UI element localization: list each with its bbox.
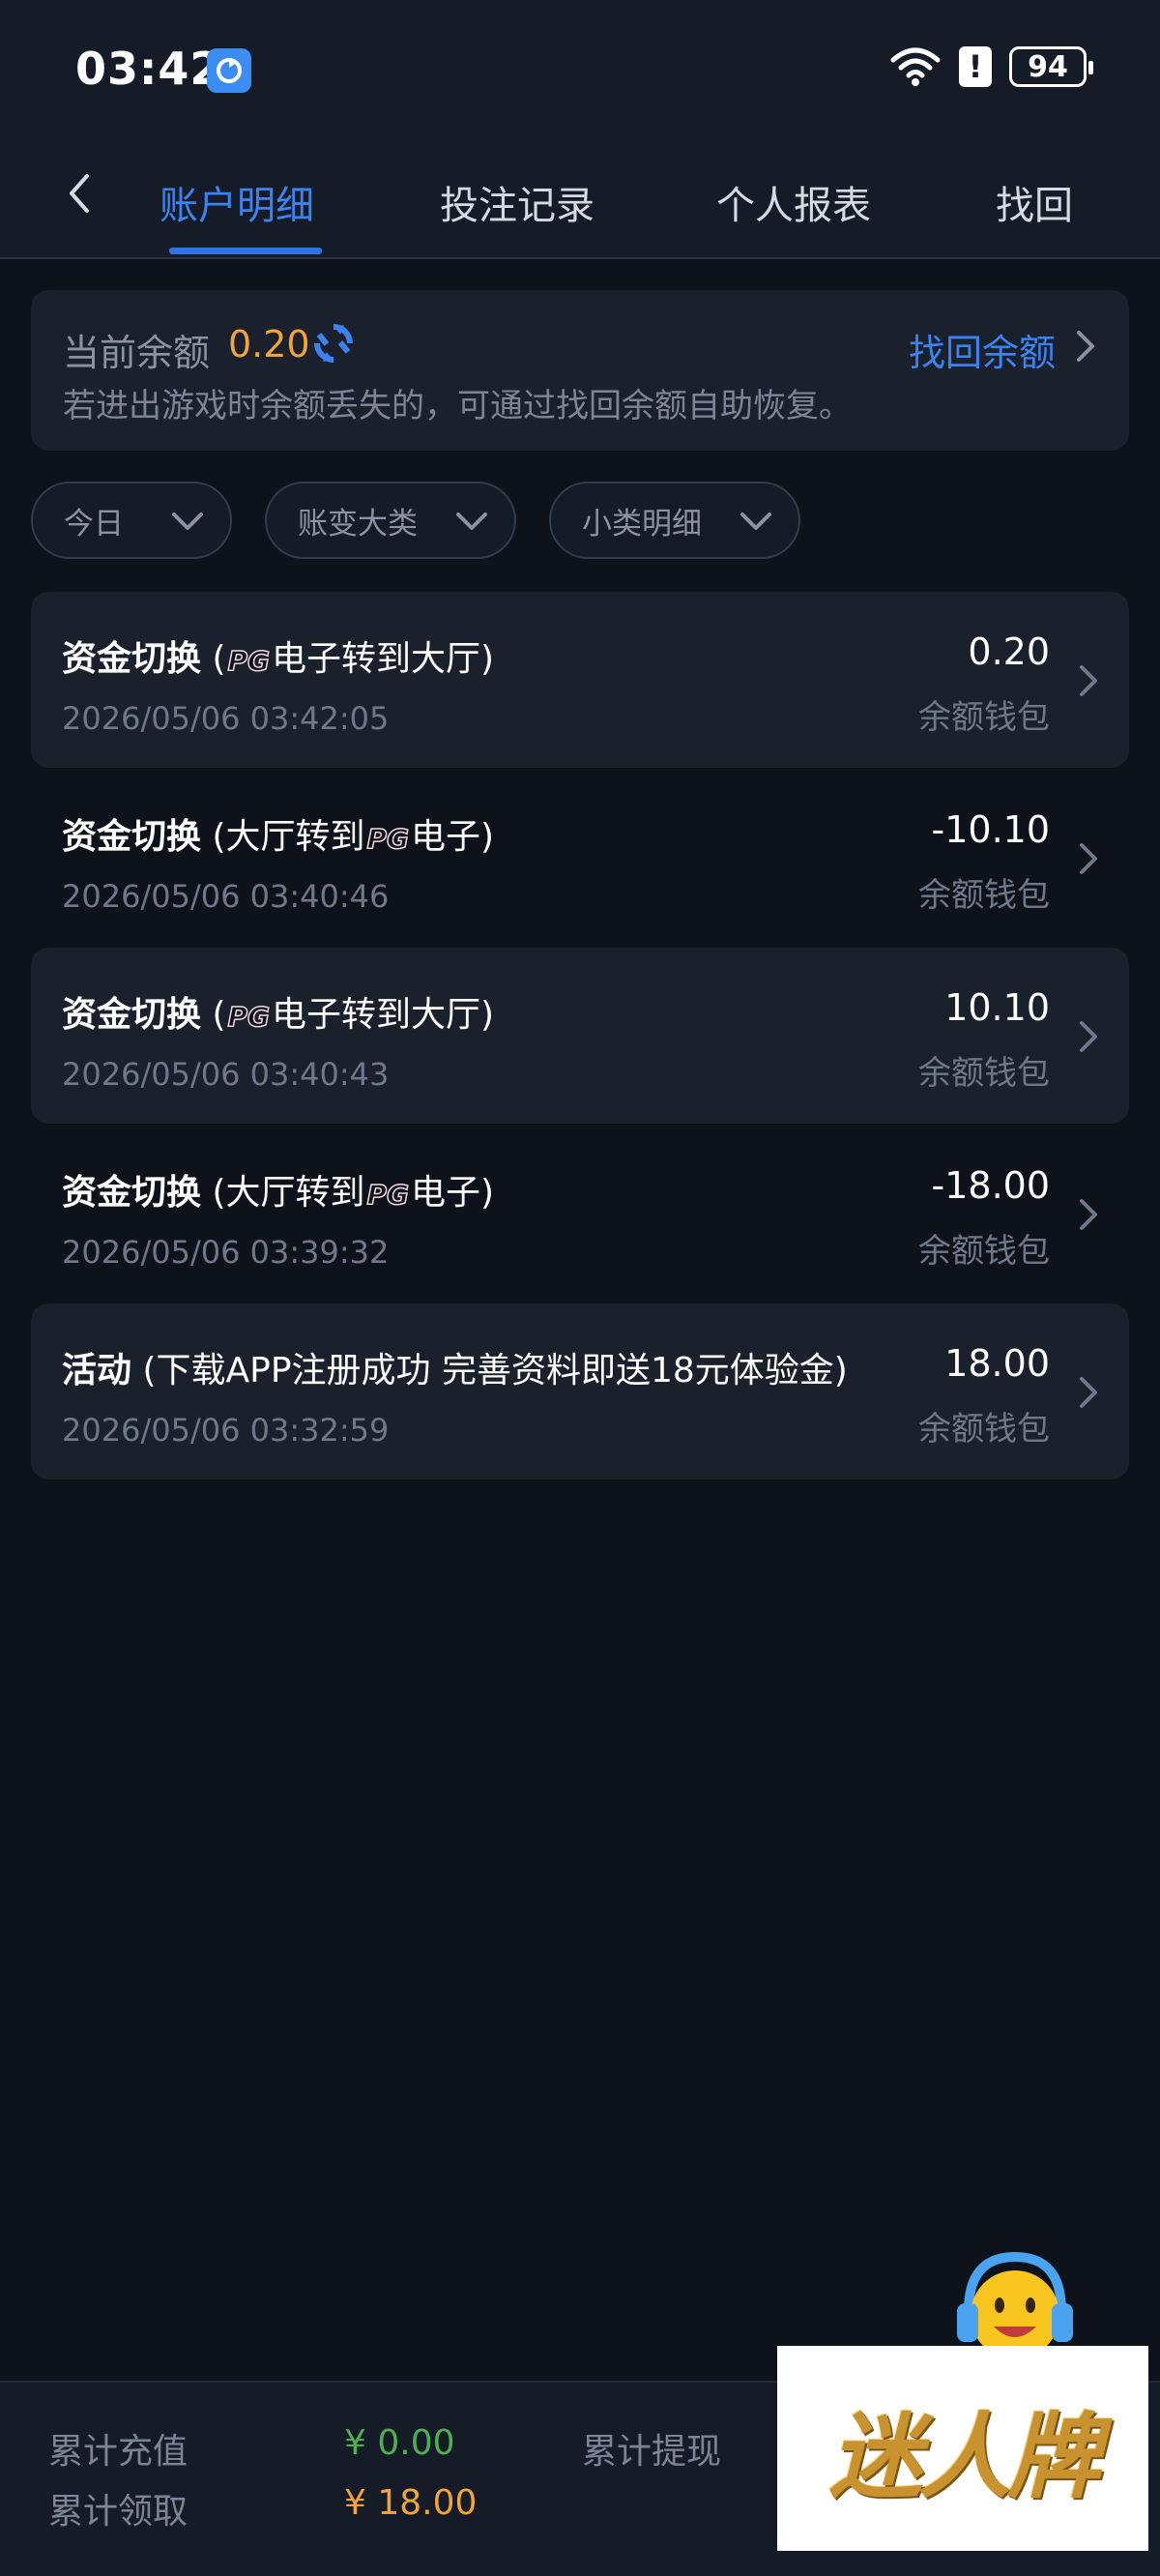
battery-icon: 94 xyxy=(1009,46,1093,87)
balance-label: 当前余额 xyxy=(63,332,211,374)
record-title: 活动 (下载APP注册成功 完善资料即送18元体验金) xyxy=(62,1342,848,1392)
record-time: 2026/05/06 03:42:05 xyxy=(62,700,390,737)
record-wallet: 余额钱包 xyxy=(918,1232,1050,1271)
chevron-right-icon xyxy=(1080,843,1097,874)
record-detail: (下载APP注册成功 完善资料即送18元体验金) xyxy=(131,1351,848,1390)
watermark-logo: 迷人牌 xyxy=(777,2346,1148,2551)
record-detail-before: (大厅转到 xyxy=(201,817,365,857)
record-title: 资金切换 (PG电子转到大厅) xyxy=(62,630,494,681)
chevron-right-icon xyxy=(1080,1199,1097,1230)
record-type: 资金切换 xyxy=(62,817,202,857)
record-time: 2026/05/06 03:40:46 xyxy=(62,878,390,915)
record-wallet: 余额钱包 xyxy=(918,876,1050,915)
active-tab-indicator xyxy=(169,248,322,254)
status-bar: 03:42 ! 94 xyxy=(0,0,1160,135)
record-row[interactable]: 资金切换 (大厅转到PG电子) 2026/05/06 03:40:46 -10.10… xyxy=(31,770,1129,946)
total-claimed-label: 累计领取 xyxy=(48,2492,188,2532)
tab-personal-report[interactable]: 个人报表 xyxy=(716,174,871,230)
alert-icon: ! xyxy=(959,46,992,87)
record-wallet: 余额钱包 xyxy=(918,1410,1050,1449)
record-title: 资金切换 (大厅转到PG电子) xyxy=(62,808,494,859)
filter-subcategory-label: 小类明细 xyxy=(582,506,702,542)
chevron-down-icon xyxy=(740,512,771,530)
filter-category-label: 账变大类 xyxy=(298,506,418,542)
record-time: 2026/05/06 03:40:43 xyxy=(62,1056,390,1093)
record-type: 资金切换 xyxy=(62,639,202,679)
tab-account-details[interactable]: 账户明细 xyxy=(160,174,314,230)
total-withdraw-label: 累计提现 xyxy=(582,2432,722,2472)
pg-logo: PG xyxy=(366,1178,410,1212)
record-row[interactable]: 活动 (下载APP注册成功 完善资料即送18元体验金) 2026/05/06 03… xyxy=(31,1303,1129,1479)
record-detail-after: 电子) xyxy=(411,1173,495,1213)
pg-logo: PG xyxy=(227,644,271,678)
battery-level: 94 xyxy=(1028,49,1068,84)
balance-value: 0.20 xyxy=(228,323,310,366)
tab-bet-records[interactable]: 投注记录 xyxy=(440,174,594,230)
total-deposit-label: 累计充值 xyxy=(48,2432,188,2472)
filter-date[interactable]: 今日 xyxy=(31,482,232,559)
chevron-right-icon[interactable] xyxy=(1071,327,1100,366)
record-row[interactable]: 资金切换 (PG电子转到大厅) 2026/05/06 03:40:43 10.10 余… xyxy=(31,948,1129,1124)
record-detail-before: ( xyxy=(201,995,226,1035)
tab-recover[interactable]: 找回 xyxy=(996,174,1073,230)
chevron-right-icon xyxy=(1080,1021,1097,1052)
record-wallet: 余额钱包 xyxy=(918,1054,1050,1093)
wifi-icon xyxy=(890,47,941,86)
recover-balance-link[interactable]: 找回余额 xyxy=(909,323,1056,376)
status-icons: ! 94 xyxy=(889,46,1093,87)
total-claimed-value: ¥ 18.00 xyxy=(344,2483,478,2523)
record-wallet: 余额钱包 xyxy=(918,698,1050,737)
balance-card: 当前余额 0.20 若进出游戏时余额丢失的，可通过找回余额自助恢复。 找回余额 xyxy=(31,290,1129,451)
record-amount: -18.00 xyxy=(931,1164,1051,1207)
record-detail-after: 电子转到大厅) xyxy=(272,995,495,1035)
record-amount: 0.20 xyxy=(968,630,1050,673)
chevron-right-icon xyxy=(1080,665,1097,696)
record-time: 2026/05/06 03:32:59 xyxy=(62,1412,390,1449)
chevron-down-icon xyxy=(172,512,203,530)
record-detail-before: ( xyxy=(201,639,226,679)
record-detail-after: 电子) xyxy=(411,817,495,857)
record-detail-after: 电子转到大厅) xyxy=(272,639,495,679)
record-time: 2026/05/06 03:39:32 xyxy=(62,1234,390,1271)
tab-bar: 账户明细 投注记录 个人报表 找回 xyxy=(0,135,1160,259)
total-deposit-value: ¥ 0.00 xyxy=(344,2423,455,2463)
record-type: 活动 xyxy=(62,1351,132,1390)
back-icon[interactable] xyxy=(60,164,99,222)
record-title: 资金切换 (PG电子转到大厅) xyxy=(62,986,494,1037)
watermark-text: 迷人牌 xyxy=(829,2401,1100,2511)
app-notification-icon xyxy=(207,48,251,93)
status-time: 03:42 xyxy=(75,43,222,95)
record-detail-before: (大厅转到 xyxy=(201,1173,365,1213)
refresh-icon[interactable] xyxy=(311,321,356,366)
record-title: 资金切换 (大厅转到PG电子) xyxy=(62,1164,494,1215)
record-amount: -10.10 xyxy=(931,808,1051,851)
record-type: 资金切换 xyxy=(62,995,202,1035)
record-type: 资金切换 xyxy=(62,1173,202,1213)
filter-category[interactable]: 账变大类 xyxy=(265,482,516,559)
chevron-right-icon xyxy=(1080,1377,1097,1408)
balance-note: 若进出游戏时余额丢失的，可通过找回余额自助恢复。 xyxy=(63,387,852,425)
pg-logo: PG xyxy=(227,1000,271,1034)
record-row[interactable]: 资金切换 (PG电子转到大厅) 2026/05/06 03:42:05 0.20 余额… xyxy=(31,592,1129,768)
record-amount: 18.00 xyxy=(944,1342,1050,1385)
chevron-down-icon xyxy=(456,512,487,530)
filter-date-label: 今日 xyxy=(64,506,124,542)
filter-subcategory[interactable]: 小类明细 xyxy=(549,482,800,559)
record-amount: 10.10 xyxy=(944,986,1050,1029)
record-row[interactable]: 资金切换 (大厅转到PG电子) 2026/05/06 03:39:32 -18.00… xyxy=(31,1126,1129,1302)
pg-logo: PG xyxy=(366,822,410,856)
